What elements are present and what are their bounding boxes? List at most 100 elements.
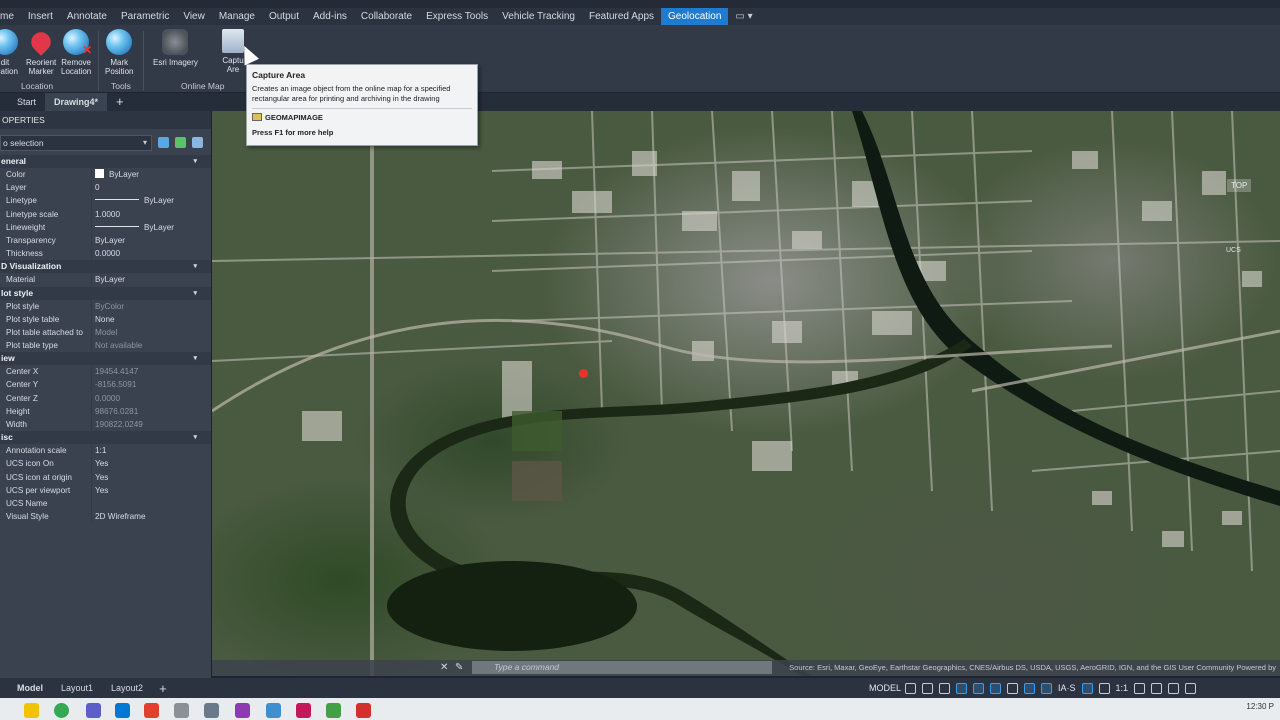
autocad-icon[interactable] — [296, 703, 311, 718]
property-row[interactable]: Center X 19454.4147 — [0, 365, 211, 379]
tab-start[interactable]: Start — [0, 93, 45, 111]
selection-cycling-icon[interactable] — [1024, 682, 1035, 694]
annotation-scale-icon[interactable] — [1081, 682, 1093, 694]
edit-location-button[interactable]: dit ocation — [0, 29, 18, 76]
toggle-pickadd-icon[interactable] — [158, 137, 169, 148]
property-row[interactable]: Center Y -8156.5091 — [0, 378, 211, 392]
remove-location-button[interactable]: Remove Location — [61, 29, 92, 76]
quick-select-icon[interactable] — [192, 137, 203, 148]
customize-icon[interactable]: ✎ — [455, 662, 463, 673]
property-row[interactable]: Center Z 0.0000 — [0, 391, 211, 405]
mark-position-button[interactable]: Mark Position — [105, 29, 133, 76]
reorient-marker-button[interactable]: Reorient Marker — [26, 28, 56, 76]
group-misc[interactable]: isc ▾ — [0, 431, 211, 445]
selection-value: o selection — [0, 135, 152, 151]
esri-imagery-button[interactable]: Esri Imagery — [153, 29, 198, 67]
marker-pin-icon — [27, 28, 55, 56]
group-3d-visualization[interactable]: D Visualization ▾ — [0, 260, 211, 274]
property-row[interactable]: UCS Name — [0, 496, 211, 511]
new-tab-button[interactable]: + — [107, 93, 133, 111]
chrome-icon[interactable] — [54, 703, 69, 718]
calculator-icon[interactable] — [204, 703, 219, 718]
layout-tab-layout1[interactable]: Layout1 — [52, 678, 102, 698]
tab-annotate[interactable]: Annotate — [60, 8, 114, 25]
tab-featured-apps[interactable]: Featured Apps — [582, 8, 661, 25]
property-row[interactable]: Height 98676.0281 — [0, 404, 211, 418]
tab-home[interactable]: me — [0, 8, 21, 25]
plus-icon[interactable] — [1151, 682, 1163, 694]
app-red2-icon[interactable] — [356, 703, 371, 718]
property-row[interactable]: Color ByLayer — [0, 168, 211, 182]
ribbon-options-icon[interactable]: ▭ ▾ — [728, 8, 759, 25]
property-row[interactable]: Linetype scale 1.0000 — [0, 207, 211, 221]
app-red-icon[interactable] — [144, 703, 159, 718]
infer-icon[interactable] — [939, 682, 950, 694]
group-general[interactable]: eneral ▾ — [0, 155, 211, 168]
tooltip-command-name: GEOMAPIMAGE — [265, 113, 323, 122]
location-marker-pin[interactable] — [579, 369, 588, 378]
group-view[interactable]: iew ▾ — [0, 352, 211, 366]
ortho-icon[interactable] — [956, 682, 967, 694]
property-row[interactable]: UCS per viewport Yes — [0, 483, 211, 497]
property-key: UCS icon On — [0, 457, 92, 471]
tab-view[interactable]: View — [176, 8, 212, 25]
property-row[interactable]: Thickness 0.0000 — [0, 247, 211, 261]
geolocation-icon[interactable] — [1041, 682, 1052, 694]
property-row[interactable]: Transparency ByLayer — [0, 233, 211, 248]
teams-icon[interactable] — [86, 703, 101, 718]
tab-vehicle-tracking[interactable]: Vehicle Tracking — [495, 8, 582, 25]
property-row[interactable]: Plot table type Not available — [0, 339, 211, 353]
property-row[interactable]: UCS icon at origin Yes — [0, 470, 211, 484]
tab-output[interactable]: Output — [262, 8, 306, 25]
tab-collaborate[interactable]: Collaborate — [354, 8, 419, 25]
grid-icon[interactable] — [905, 682, 916, 694]
command-input[interactable]: Type a command — [472, 661, 772, 674]
property-row[interactable]: Plot table attached to Model — [0, 325, 211, 340]
close-icon[interactable]: ✕ — [440, 662, 448, 673]
property-row[interactable]: Plot style table None — [0, 312, 211, 326]
annotation-visibility[interactable]: IA·S — [1058, 683, 1076, 693]
property-row[interactable]: Material ByLayer — [0, 273, 211, 287]
gear-icon[interactable] — [1134, 682, 1146, 694]
map-viewport[interactable]: TOP UCS — [212, 111, 1280, 676]
property-key: Plot table type — [0, 339, 92, 353]
fullscreen-icon[interactable] — [1168, 682, 1180, 694]
model-space-toggle[interactable]: MODEL — [869, 678, 901, 698]
property-row[interactable]: Plot style ByColor — [0, 299, 211, 313]
property-row[interactable]: Lineweight ByLayer — [0, 220, 211, 234]
property-row[interactable]: Annotation scale 1:1 — [0, 444, 211, 458]
selection-dropdown[interactable]: o selection ▾ — [0, 135, 211, 151]
app-blue-icon[interactable] — [266, 703, 281, 718]
tab-manage[interactable]: Manage — [212, 8, 262, 25]
app-grey-icon[interactable] — [174, 703, 189, 718]
annotation-scale[interactable]: 1:1 — [1116, 683, 1129, 693]
layout-tab-model[interactable]: Model — [0, 678, 52, 698]
property-row[interactable]: UCS icon On Yes — [0, 457, 211, 471]
tab-insert[interactable]: Insert — [21, 8, 60, 25]
property-row[interactable]: Layer 0 — [0, 181, 211, 195]
layout-tab-layout2[interactable]: Layout2 — [102, 678, 152, 698]
tab-drawing4[interactable]: Drawing4* — [45, 93, 108, 111]
file-explorer-icon[interactable] — [24, 703, 39, 718]
tab-geolocation[interactable]: Geolocation — [661, 8, 729, 25]
viewcube-top[interactable]: TOP — [1227, 179, 1252, 192]
outlook-icon[interactable] — [115, 703, 130, 718]
select-objects-icon[interactable] — [175, 137, 186, 148]
property-row[interactable]: Linetype ByLayer — [0, 194, 211, 208]
group-plot-style[interactable]: lot style ▾ — [0, 286, 211, 300]
tab-add-ins[interactable]: Add-ins — [306, 8, 354, 25]
snap-icon[interactable] — [922, 682, 933, 694]
tab-express-tools[interactable]: Express Tools — [419, 8, 495, 25]
workspace-icon[interactable] — [1098, 682, 1110, 694]
app-green-icon[interactable] — [326, 703, 341, 718]
property-key: Height — [0, 404, 92, 418]
tab-parametric[interactable]: Parametric — [114, 8, 176, 25]
app-purple-icon[interactable] — [235, 703, 250, 718]
add-layout-button[interactable]: + — [152, 681, 174, 696]
osnap-icon[interactable] — [990, 682, 1001, 694]
polar-icon[interactable] — [973, 682, 984, 694]
property-row[interactable]: Width 190822.0249 — [0, 418, 211, 432]
menu-icon[interactable] — [1185, 682, 1197, 694]
property-row[interactable]: Visual Style 2D Wireframe — [0, 510, 211, 524]
lineweight-icon[interactable] — [1007, 682, 1018, 694]
